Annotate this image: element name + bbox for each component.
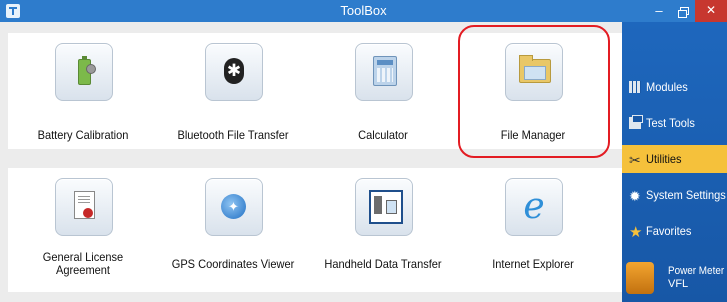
settings-gear-icon: ✹ [629, 188, 641, 204]
tool-internet-explorer[interactable]: e Internet Explorer [458, 168, 608, 292]
tool-handheld-data-transfer[interactable]: Handheld Data Transfer [308, 168, 458, 292]
test-tools-icon [629, 115, 643, 129]
tool-battery-calibration[interactable]: Battery Calibration [8, 33, 158, 149]
tool-label: Bluetooth File Transfer [177, 128, 289, 142]
tool-label: GPS Coordinates Viewer [171, 257, 295, 271]
gps-icon: ✦ [221, 194, 246, 219]
tool-icon-button[interactable]: ✦ [205, 178, 263, 236]
tool-gps-coordinates-viewer[interactable]: ✦ GPS Coordinates Viewer [158, 168, 308, 292]
tool-label: Battery Calibration [37, 128, 129, 142]
restore-icon [678, 7, 689, 18]
tool-icon-button[interactable] [355, 43, 413, 101]
tool-bluetooth-file-transfer[interactable]: ✱ Bluetooth File Transfer [158, 33, 308, 149]
tool-calculator[interactable]: Calculator [308, 33, 458, 149]
sidebar-item-label: Favorites [646, 224, 692, 238]
sidebar-item-power-meter[interactable]: Power Meter VFL [622, 260, 727, 300]
tool-label-line2: Agreement [55, 263, 110, 277]
close-button[interactable]: ✕ [695, 0, 727, 22]
tool-icon-button[interactable]: e [505, 178, 563, 236]
handheld-icon [369, 190, 403, 224]
tool-label: Handheld Data Transfer [324, 257, 442, 271]
file-manager-highlight [458, 25, 610, 158]
calculator-icon [373, 56, 397, 86]
sidebar-item-label: Test Tools [646, 116, 695, 130]
utilities-icon: ✂ [629, 152, 641, 168]
tool-general-license-agreement[interactable]: General License Agreement [8, 168, 158, 292]
vfl-label: VFL [668, 278, 689, 290]
tool-label: Calculator [358, 128, 408, 142]
tool-label: Internet Explorer [492, 257, 574, 271]
star-icon: ★ [629, 224, 643, 241]
tool-row: General License Agreement ✦ GPS Coordina… [8, 168, 622, 292]
sidebar-item-favorites[interactable]: ★ Favorites [622, 217, 727, 245]
sidebar-item-label: System Settings [646, 188, 726, 202]
power-meter-icon [626, 262, 654, 294]
tool-icon-button[interactable] [355, 178, 413, 236]
tool-label: General License Agreement [14, 251, 152, 277]
gear-icon [86, 64, 96, 74]
window-title: ToolBox [340, 3, 387, 18]
license-icon [74, 191, 95, 219]
sidebar-item-modules[interactable]: Modules [622, 73, 727, 101]
tool-icon-button[interactable] [55, 43, 113, 101]
tool-icon-button[interactable]: ✱ [205, 43, 263, 101]
sidebar: Modules Test Tools ✂ Utilities ✹ System … [622, 22, 727, 302]
modules-icon [629, 81, 641, 93]
sidebar-item-label: Modules [646, 80, 688, 94]
bluetooth-icon: ✱ [224, 58, 244, 84]
sidebar-item-utilities[interactable]: ✂ Utilities [622, 145, 727, 173]
internet-explorer-icon: e [523, 186, 545, 227]
title-bar: ToolBox – ✕ [0, 0, 727, 22]
power-meter-label: Power Meter [668, 265, 725, 277]
sidebar-item-system-settings[interactable]: ✹ System Settings [622, 181, 727, 209]
minimize-button[interactable]: – [648, 0, 670, 22]
restore-button[interactable] [672, 0, 694, 22]
sidebar-item-test-tools[interactable]: Test Tools [622, 109, 727, 137]
tool-icon-button[interactable] [55, 178, 113, 236]
sidebar-item-label: Utilities [646, 152, 682, 166]
